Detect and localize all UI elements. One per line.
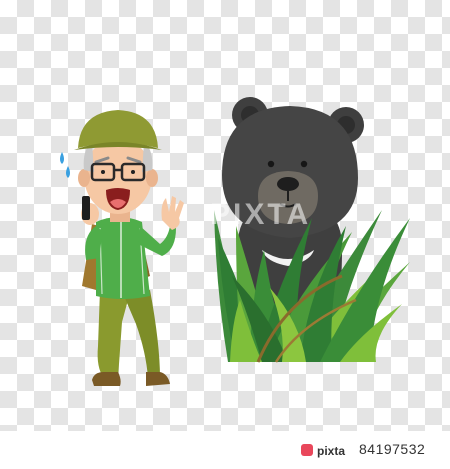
left-shoe bbox=[92, 372, 121, 386]
right-leg bbox=[124, 290, 160, 378]
illustration bbox=[60, 97, 410, 386]
footer-bar: pixta 84197532 bbox=[0, 431, 450, 469]
right-shoe bbox=[146, 372, 170, 386]
ear bbox=[78, 169, 90, 187]
bear-right-eye bbox=[300, 160, 308, 168]
illustration-canvas: PIXTA pixta 84197532 bbox=[0, 0, 450, 469]
raised-hand bbox=[161, 196, 184, 230]
image-id: 84197532 bbox=[359, 441, 426, 457]
svg-text:pixta: pixta bbox=[317, 444, 345, 458]
hiker-man bbox=[60, 110, 184, 386]
right-eye bbox=[131, 170, 135, 174]
sweat-drops-icon bbox=[60, 152, 70, 178]
phone-icon bbox=[82, 196, 90, 220]
pixta-logo-icon: pixta bbox=[301, 444, 345, 458]
bear-nose bbox=[277, 177, 299, 191]
bear-left-eye bbox=[267, 160, 275, 168]
left-eye bbox=[101, 170, 105, 174]
left-leg bbox=[97, 290, 128, 378]
ear bbox=[146, 169, 158, 187]
